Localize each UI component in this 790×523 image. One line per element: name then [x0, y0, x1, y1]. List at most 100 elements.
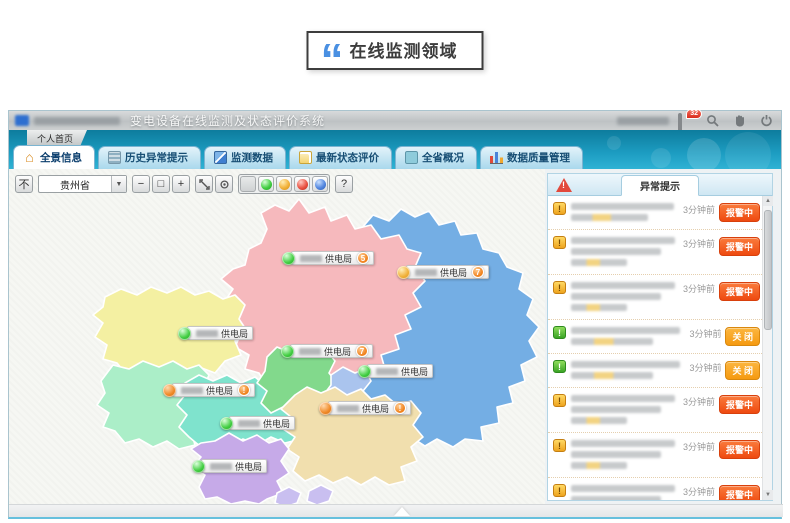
alert-item[interactable]: !3分钟前报警中 — [548, 275, 762, 320]
alarming-button[interactable]: 报警中 — [719, 237, 760, 256]
alert-item[interactable]: !3分钟前报警中 — [548, 230, 762, 275]
alert-severity-icon: ! — [553, 484, 566, 497]
alarm-count-badge: 5 — [357, 252, 369, 264]
alert-item[interactable]: ! 3分钟前报警中 — [548, 388, 762, 433]
alert-meta: 3分钟前报警中 — [683, 393, 760, 428]
province-map[interactable] — [9, 169, 545, 504]
alarming-button[interactable]: 报警中 — [719, 440, 760, 459]
user-help-text-blurred — [617, 117, 669, 125]
province-select[interactable]: 贵州省 ▼ — [38, 175, 127, 193]
bureau-name-blurred — [196, 330, 218, 337]
bureau-name-pill: 供电局 — [229, 416, 295, 430]
message-monitor-icon[interactable]: 32 — [678, 115, 694, 127]
status-ball-green-icon — [192, 460, 205, 473]
map-label-bureau[interactable]: 供电局5 — [282, 251, 374, 265]
status-filter-all[interactable] — [240, 176, 256, 192]
alert-severity-icon: ! — [553, 394, 566, 407]
region-bottom-lavender[interactable] — [275, 485, 333, 504]
closed-button[interactable]: 关 闭 — [725, 361, 760, 380]
map-label-bureau[interactable]: 供电局 — [358, 364, 433, 378]
status-filter-red[interactable] — [294, 176, 310, 192]
app-window: 变电设备在线监测及状态评价系统 32 — [8, 110, 782, 519]
scroll-up-icon[interactable]: ▲ — [763, 196, 773, 206]
alert-time: 3分钟前 — [689, 327, 721, 340]
alarming-button[interactable]: 报警中 — [719, 485, 760, 500]
bureau-name-pill: 供电局! — [328, 401, 411, 415]
home-icon: ⌂ — [23, 151, 36, 164]
alert-text-blurred — [571, 438, 678, 473]
tab-1[interactable]: ⌂全景信息 — [13, 145, 95, 169]
map-label-bureau[interactable]: 供电局 — [192, 459, 267, 473]
tab-label: 数据质量管理 — [507, 150, 570, 165]
bureau-suffix: 供电局 — [401, 365, 428, 378]
bureau-name-pill: 供电局 — [201, 459, 267, 473]
province-select-value: 贵州省 — [39, 176, 111, 192]
bureau-name-blurred — [299, 348, 321, 355]
status-filter-group — [238, 174, 330, 194]
alert-time: 3分钟前 — [683, 440, 715, 453]
bureau-suffix: 供电局 — [362, 402, 389, 415]
page-title-box: “ 在线监测领域 — [307, 31, 484, 70]
alert-item[interactable]: ! 3分钟前报警中 — [548, 478, 762, 500]
status-filter-blue[interactable] — [312, 176, 328, 192]
tab-4[interactable]: 最新状态评价 — [289, 146, 392, 169]
bureau-suffix: 供电局 — [206, 384, 233, 397]
bureau-name-blurred — [181, 387, 203, 394]
alert-item[interactable]: !3分钟前报警中 — [548, 196, 762, 230]
map-label-bureau[interactable]: 供电局! — [163, 383, 255, 397]
warning-icon — [556, 178, 572, 192]
map-label-bureau[interactable]: 供电局7 — [397, 265, 489, 279]
alert-meta: 3分钟前报警中 — [683, 280, 760, 315]
alert-item[interactable]: !3分钟前关 闭 — [548, 320, 762, 354]
status-filter-yellow[interactable] — [276, 176, 292, 192]
map-label-bureau[interactable]: 供电局7 — [281, 344, 373, 358]
layer-button[interactable]: 不 — [15, 175, 33, 193]
alert-meta: 3分钟前报警中 — [683, 483, 760, 500]
collapse-handle-icon[interactable] — [394, 507, 410, 516]
alert-text-blurred — [571, 280, 678, 315]
alert-item[interactable]: !3分钟前报警中 — [548, 433, 762, 478]
page-title: 在线监测领域 — [350, 37, 458, 62]
tab-5[interactable]: 全省概况 — [395, 146, 477, 169]
tab-label: 监测数据 — [231, 150, 273, 165]
nav-band: 个人首页 ⌂全景信息历史异常提示监测数据最新状态评价全省概况数据质量管理 — [9, 130, 781, 169]
status-ball-green-icon — [178, 327, 191, 340]
status-ball-yellow-icon — [397, 266, 410, 279]
alarming-button[interactable]: 报警中 — [719, 395, 760, 414]
alarming-button[interactable]: 报警中 — [719, 282, 760, 301]
search-icon[interactable] — [703, 113, 721, 128]
status-filter-green[interactable] — [258, 176, 274, 192]
map-label-bureau[interactable]: 供电局 — [220, 416, 295, 430]
map-label-bureau[interactable]: 供电局! — [319, 401, 411, 415]
map-label-bureau[interactable]: 供电局 — [178, 326, 253, 340]
scrollbar-thumb[interactable] — [764, 210, 772, 330]
power-icon[interactable] — [757, 113, 775, 128]
fullscreen-button[interactable] — [195, 175, 213, 193]
status-ball-orange-icon — [319, 402, 332, 415]
locate-button[interactable] — [215, 175, 233, 193]
tab-alerts[interactable]: 异常提示 — [621, 175, 699, 196]
bureau-name-blurred — [238, 420, 260, 427]
alarm-count-badge: 7 — [356, 345, 368, 357]
alert-meta: 3分钟前关 闭 — [689, 359, 760, 383]
bureau-name-pill: 供电局 — [187, 326, 253, 340]
pan-hand-icon[interactable] — [730, 113, 748, 128]
alert-time: 3分钟前 — [683, 395, 715, 408]
help-button[interactable]: ? — [335, 175, 353, 193]
tab-3[interactable]: 监测数据 — [204, 146, 286, 169]
alert-item[interactable]: !3分钟前关 闭 — [548, 354, 762, 388]
alert-meta: 3分钟前关 闭 — [689, 325, 760, 349]
alarm-count-badge: 7 — [472, 266, 484, 278]
zoom-in-button[interactable]: + — [172, 175, 190, 193]
zoom-out-button[interactable]: − — [132, 175, 150, 193]
bureau-suffix: 供电局 — [235, 460, 262, 473]
alert-severity-icon: ! — [553, 236, 566, 249]
alarming-button[interactable]: 报警中 — [719, 203, 760, 222]
closed-button[interactable]: 关 闭 — [725, 327, 760, 346]
scroll-down-icon[interactable]: ▼ — [763, 490, 773, 500]
alert-scrollbar[interactable]: ▲ ▼ — [762, 196, 772, 500]
alert-time: 3分钟前 — [683, 485, 715, 498]
tab-6[interactable]: 数据质量管理 — [480, 146, 583, 169]
tab-2[interactable]: 历史异常提示 — [98, 146, 201, 169]
zoom-reset-button[interactable]: □ — [152, 175, 170, 193]
